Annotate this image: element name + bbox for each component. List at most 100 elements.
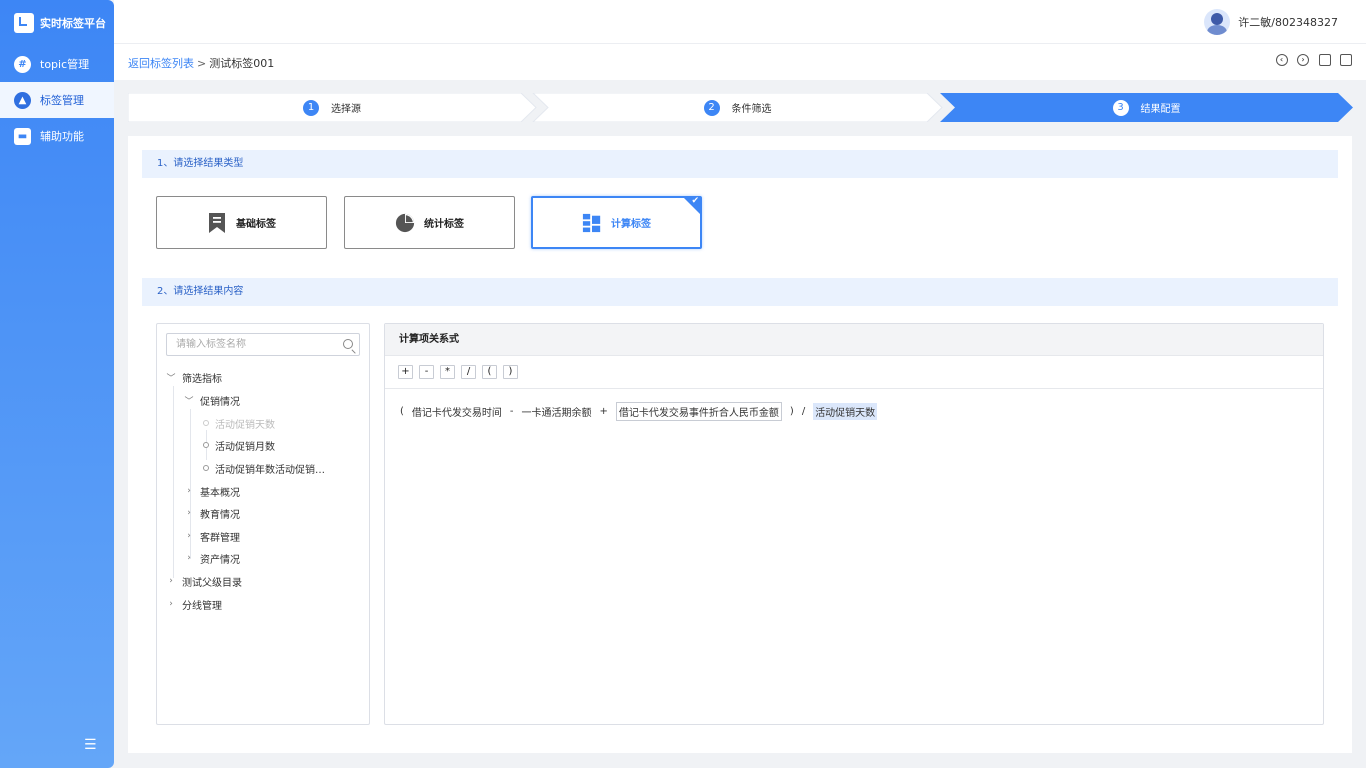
- leaf-dot-icon: [203, 442, 209, 448]
- sidebar-item-label: topic管理: [40, 58, 90, 71]
- hash-icon: #: [14, 55, 31, 73]
- formula-token-highlighted[interactable]: 活动促销天数: [813, 403, 878, 420]
- type-card-basic[interactable]: 基础标签: [156, 196, 327, 249]
- step-number: 3: [1112, 99, 1129, 116]
- tree-leaf-promo-months[interactable]: 活动促销月数: [203, 437, 275, 453]
- blocks-icon: [582, 213, 601, 232]
- pie-chart-icon: [395, 213, 415, 232]
- step-label: 选择源: [331, 104, 361, 115]
- formula-token[interactable]: /: [802, 406, 805, 417]
- type-card-label: 统计标签: [424, 219, 464, 230]
- tag-search-input[interactable]: [167, 334, 327, 355]
- tree-leaf-promo-days: 活动促销天数: [203, 415, 275, 431]
- op-minus-button[interactable]: -: [419, 365, 434, 379]
- tag-tree-panel: ﹀ 筛选指标 ﹀ 促销情况 活动促销天数 活动促销月数 活动促销年数活动促销… …: [156, 323, 370, 725]
- tree-node-label: 基本概况: [200, 487, 240, 499]
- type-card-label: 计算标签: [611, 219, 651, 230]
- chevron-right-icon[interactable]: ›: [184, 486, 194, 496]
- brand[interactable]: 实时标签平台: [0, 0, 114, 46]
- sidebar-item-label: 辅助功能: [40, 130, 84, 143]
- step-number: 1: [303, 99, 319, 116]
- type-card-computed[interactable]: 计算标签 ✔: [531, 196, 702, 249]
- tree-guide-line: [173, 386, 174, 578]
- exit-icon[interactable]: [1340, 54, 1352, 66]
- tree-node-label: 教育情况: [200, 509, 240, 521]
- sidebar-item-tools[interactable]: ▬ 辅助功能: [0, 118, 114, 154]
- tree-node-label: 活动促销天数: [215, 419, 275, 431]
- tree-node-education[interactable]: › 教育情况: [184, 505, 240, 521]
- tag-search-box: [166, 333, 360, 356]
- chevron-right-icon[interactable]: ›: [166, 599, 176, 609]
- tag-badge-icon: ▲: [14, 91, 31, 109]
- formula-token[interactable]: 借记卡代发交易时间: [412, 404, 502, 419]
- chevron-right-icon[interactable]: ›: [184, 553, 194, 563]
- op-plus-button[interactable]: +: [398, 365, 413, 379]
- tree-node-promotion[interactable]: ﹀ 促销情况: [184, 392, 240, 408]
- tree-node-label: 活动促销月数: [215, 441, 275, 453]
- breadcrumb-separator: >: [197, 57, 207, 70]
- formula-token[interactable]: +: [600, 406, 608, 417]
- main-panel: 1、请选择结果类型 基础标签 统计标签 计算标签 ✔ 2、请选择结果内容 请输入…: [128, 136, 1352, 753]
- section-result-content-title: 2、请选择结果内容: [142, 278, 1338, 306]
- stepper: 1 选择源 2 条件筛选 3 结果配置: [128, 93, 1353, 122]
- briefcase-icon: ▬: [14, 127, 31, 145]
- tree-node-customer-group[interactable]: › 客群管理: [184, 528, 240, 544]
- user-name: 许二敏/802348327: [1238, 16, 1338, 29]
- formula-token-focused[interactable]: 借记卡代发交易事件折合人民币金额: [615, 402, 782, 421]
- formula-panel: 计算项关系式 + - * / ( ) ( 借记卡代发交易时间 - 一卡通活期余额…: [384, 323, 1324, 725]
- tree-node-label: 促销情况: [200, 396, 240, 408]
- op-left-paren-button[interactable]: (: [482, 365, 497, 379]
- op-multiply-button[interactable]: *: [440, 365, 455, 379]
- tree-node-branch-management[interactable]: › 分线管理: [166, 596, 222, 612]
- save-icon[interactable]: [1318, 54, 1331, 66]
- search-icon[interactable]: [343, 339, 353, 349]
- type-card-label: 基础标签: [236, 219, 276, 230]
- back-arrow-icon[interactable]: ‹: [1275, 54, 1288, 66]
- leaf-dot-icon: [203, 420, 209, 426]
- sidebar: 实时标签平台 # topic管理 ▲ 标签管理 ▬ 辅助功能 ☰: [0, 0, 114, 768]
- back-to-list-link[interactable]: 返回标签列表: [128, 57, 194, 70]
- section-result-type-title: 1、请选择结果类型: [142, 150, 1338, 178]
- chevron-right-icon[interactable]: ›: [184, 531, 194, 541]
- tree-node-assets[interactable]: › 资产情况: [184, 550, 240, 566]
- menu-collapse-icon[interactable]: ☰: [84, 738, 98, 752]
- tree-node-label: 客群管理: [200, 532, 240, 544]
- tree-leaf-promo-years[interactable]: 活动促销年数活动促销…: [203, 460, 325, 476]
- step-number: 2: [703, 99, 720, 116]
- brand-title: 实时标签平台: [40, 17, 106, 30]
- top-bar: 许二敏/802348327: [114, 0, 1366, 44]
- type-card-statistic[interactable]: 统计标签: [344, 196, 515, 249]
- operator-bar: + - * / ( ): [385, 356, 1323, 389]
- forward-arrow-icon[interactable]: ›: [1297, 54, 1309, 66]
- formula-expression[interactable]: ( 借记卡代发交易时间 - 一卡通活期余额 + 借记卡代发交易事件折合人民币金额…: [385, 389, 1323, 421]
- user-menu[interactable]: 许二敏/802348327: [1204, 9, 1338, 35]
- tree-node-label: 筛选指标: [182, 373, 222, 385]
- op-right-paren-button[interactable]: ): [503, 365, 518, 379]
- tree-node-label: 分线管理: [182, 600, 222, 612]
- tree-node-filter-metrics[interactable]: ﹀ 筛选指标: [166, 369, 222, 385]
- formula-token[interactable]: 一卡通活期余额: [522, 404, 592, 419]
- formula-token[interactable]: (: [400, 406, 404, 417]
- sidebar-item-topic[interactable]: # topic管理: [0, 46, 114, 82]
- leaf-dot-icon: [203, 465, 209, 471]
- tree-node-label: 测试父级目录: [182, 577, 242, 589]
- tree-node-basic-overview[interactable]: › 基本概况: [184, 483, 240, 499]
- chevron-right-icon[interactable]: ›: [166, 576, 176, 586]
- op-divide-button[interactable]: /: [461, 365, 476, 379]
- avatar: [1204, 9, 1231, 35]
- step-label: 条件筛选: [731, 104, 772, 115]
- step-2[interactable]: 2 条件筛选: [533, 93, 942, 122]
- formula-token[interactable]: ): [790, 406, 794, 417]
- chevron-down-icon[interactable]: ﹀: [184, 394, 194, 407]
- chevron-down-icon[interactable]: ﹀: [166, 371, 176, 384]
- step-3[interactable]: 3 结果配置: [940, 93, 1353, 122]
- bookmark-icon: [209, 212, 225, 233]
- chevron-right-icon[interactable]: ›: [184, 508, 194, 518]
- step-1[interactable]: 1 选择源: [128, 93, 536, 122]
- formula-title: 计算项关系式: [385, 324, 1323, 356]
- formula-token[interactable]: -: [510, 406, 514, 417]
- logo-icon: [14, 13, 34, 33]
- tree-node-test-parent[interactable]: › 测试父级目录: [166, 573, 242, 589]
- sidebar-item-tags[interactable]: ▲ 标签管理: [0, 82, 114, 118]
- breadcrumb: 返回标签列表 > 测试标签001: [128, 55, 274, 71]
